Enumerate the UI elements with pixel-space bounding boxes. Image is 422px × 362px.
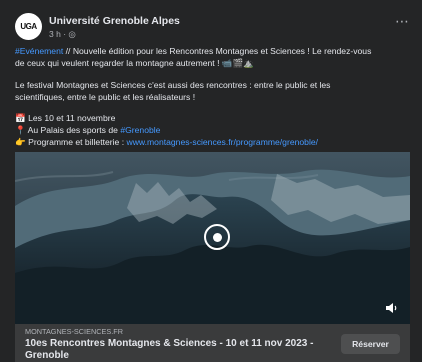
post-text-line-3: Le festival Montagnes et Sciences c'est … [15,80,331,90]
program-link[interactable]: www.montagnes-sciences.fr/programme/gren… [126,137,318,147]
avatar[interactable]: UGA [15,13,42,40]
pointing-hand-icon: 👉 [15,137,26,147]
reserve-button[interactable]: Réserver [341,334,400,354]
preview-title[interactable]: 10es Rencontres Montagnes & Sciences - 1… [25,338,325,362]
post-time[interactable]: 3 h [49,29,61,39]
location-hashtag[interactable]: #Grenoble [120,125,160,135]
author-name[interactable]: Université Grenoble Alpes [49,15,180,27]
post-text-line-4: scientifiques, entre le public et les ré… [15,92,196,102]
date-line: 📅 Les 10 et 11 novembre [15,113,116,123]
post-text-line-1: #Evénement // Nouvelle édition pour les … [15,46,372,56]
video-player[interactable] [15,152,410,324]
location-line: 📍 Au Palais des sports de #Grenoble [15,125,161,135]
program-line: 👉 Programme et billetterie : www.montagn… [15,137,319,147]
pin-icon: 📍 [15,125,26,135]
facebook-post: UGA Université Grenoble Alpes 3 h · ◎ ⋯ … [0,0,422,362]
globe-icon: · ◎ [63,29,76,39]
calendar-icon: 📅 [15,113,26,123]
post-meta: 3 h · ◎ [49,29,76,40]
hashtag-link[interactable]: #Evénement [15,46,63,56]
post-header: UGA Université Grenoble Alpes 3 h · ◎ ⋯ [15,13,410,41]
more-icon[interactable]: ⋯ [395,13,410,30]
speaker-icon[interactable] [386,302,400,314]
preview-domain: MONTAGNES-SCIENCES.FR [25,327,123,336]
post-text-line-2: de ceux qui veulent regarder la montagne… [15,58,254,68]
play-icon[interactable] [204,224,230,250]
play-icon-center [212,232,222,242]
link-preview[interactable]: MONTAGNES-SCIENCES.FR 10es Rencontres Mo… [15,324,410,362]
